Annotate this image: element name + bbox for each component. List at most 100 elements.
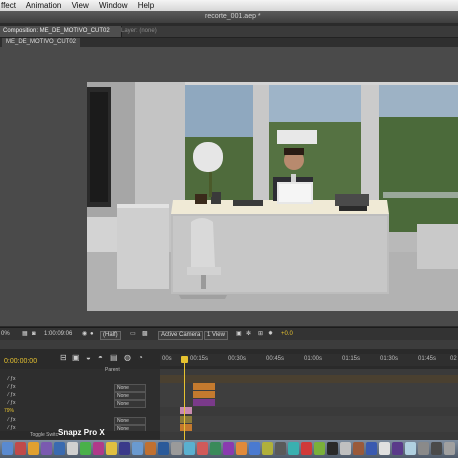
app-icon[interactable] [340, 442, 351, 455]
menu-effect[interactable]: ffect [1, 1, 16, 10]
app-icon[interactable] [28, 442, 39, 455]
document-title: recorte_001.aep * [205, 13, 261, 20]
snapz-watermark: Snapz Pro X [58, 428, 105, 437]
draft-3d-icon[interactable]: ◒ [86, 353, 91, 362]
app-icon[interactable] [210, 442, 221, 455]
layer-row[interactable]: ⁄ ƒx None [0, 416, 160, 425]
ruler-tick: 01:15s [342, 356, 361, 362]
search-icon[interactable]: ⊟ [60, 353, 67, 362]
comp-mini-flowchart-icon[interactable]: ▣ [72, 353, 80, 362]
layer-bar-track[interactable] [160, 391, 458, 399]
app-icon[interactable] [223, 442, 234, 455]
layer-bar-track[interactable] [160, 407, 458, 415]
menu-animation[interactable]: Animation [26, 1, 62, 10]
viewer-toolbar: 0% ▦ ◙ 1:00:09:06 ◉ ● (Half) ▭ ▩ Active … [0, 327, 458, 341]
app-icon[interactable] [366, 442, 377, 455]
layer-switches-icon[interactable]: ⁄ ƒx [8, 384, 16, 390]
ruler-tick: 02 [450, 356, 457, 362]
composition-frame[interactable] [87, 82, 458, 311]
composition-subtab-row: ME_DE_MOTIVO_CUT02 [0, 38, 458, 47]
app-icon[interactable] [262, 442, 273, 455]
app-icon[interactable] [184, 442, 195, 455]
menu-window[interactable]: Window [99, 1, 127, 10]
layer-bar[interactable] [193, 391, 215, 398]
tab-composition[interactable]: Composition: ME_DE_MOTIVO_CUT02 [0, 26, 122, 37]
app-icon[interactable] [249, 442, 260, 455]
ruler-tick: 00:30s [228, 356, 247, 362]
timeline-ruler[interactable]: 00s 00:15s 00:30s 00:45s 01:00s 01:15s 0… [160, 354, 458, 366]
app-icon[interactable] [288, 442, 299, 455]
app-icon[interactable] [327, 442, 338, 455]
tab-layer[interactable]: Layer: (none) [118, 26, 160, 37]
app-icon[interactable] [132, 442, 143, 455]
layer-bar-track[interactable] [160, 399, 458, 407]
app-icon[interactable] [314, 442, 325, 455]
office-scene-image [87, 82, 458, 311]
layer-bar[interactable] [180, 424, 192, 431]
timeline-current-time[interactable]: 0:00:00:00 [4, 358, 37, 365]
frame-blending-icon[interactable]: ▤ [110, 353, 118, 362]
app-icon[interactable] [67, 442, 78, 455]
layer-row[interactable]: ⁄ ƒx None [0, 391, 160, 400]
app-icon[interactable] [197, 442, 208, 455]
trash-icon[interactable] [444, 442, 455, 455]
app-icon[interactable] [431, 442, 442, 455]
percent-label: 79% [4, 408, 15, 414]
shy-icon[interactable]: ◓ [98, 353, 103, 362]
app-icon[interactable] [275, 442, 286, 455]
app-icon[interactable] [392, 442, 403, 455]
app-icon[interactable] [106, 442, 117, 455]
layer-switches-icon[interactable]: ⁄ ƒx [8, 376, 16, 382]
view-layout-select[interactable]: 1 View [204, 331, 228, 340]
layer-bar-track[interactable] [160, 416, 458, 424]
app-icon[interactable] [80, 442, 91, 455]
layer-bar-track[interactable] [160, 424, 458, 432]
app-icon[interactable] [171, 442, 182, 455]
app-icon[interactable] [41, 442, 52, 455]
app-icon[interactable] [301, 442, 312, 455]
layer-switches-icon[interactable]: ⁄ ƒx [8, 417, 16, 423]
graph-editor-icon[interactable]: ◔ [138, 353, 143, 362]
app-icon[interactable] [158, 442, 169, 455]
app-icon[interactable] [353, 442, 364, 455]
layer-row[interactable]: 79% [0, 407, 160, 415]
layer-bar-track[interactable] [160, 383, 458, 391]
app-icon[interactable] [145, 442, 156, 455]
layer-row[interactable]: ⁄ ƒx [0, 375, 160, 383]
menu-help[interactable]: Help [138, 1, 154, 10]
app-icon[interactable] [15, 442, 26, 455]
menu-view[interactable]: View [72, 1, 89, 10]
ruler-tick: 01:00s [304, 356, 323, 362]
layer-row[interactable]: ⁄ ƒx None [0, 383, 160, 392]
app-icon[interactable] [93, 442, 104, 455]
layer-bar-track[interactable] [160, 375, 458, 383]
composition-subtab[interactable]: ME_DE_MOTIVO_CUT02 [2, 38, 81, 47]
app-icon[interactable] [405, 442, 416, 455]
layer-bar[interactable] [193, 383, 215, 390]
ruler-tick: 01:45s [418, 356, 437, 362]
viewer-tab-row: Composition: ME_DE_MOTIVO_CUT02 Layer: (… [0, 26, 458, 38]
menu-bar: ffect Animation View Window Help [0, 0, 458, 11]
dock [0, 440, 458, 458]
camera-select[interactable]: Active Camera [158, 331, 204, 340]
layer-bar[interactable] [180, 407, 192, 414]
app-icon[interactable] [418, 442, 429, 455]
layer-switches-icon[interactable]: ⁄ ƒx [8, 392, 16, 398]
playhead-handle[interactable] [181, 356, 188, 363]
app-icon[interactable] [54, 442, 65, 455]
layer-row[interactable]: ⁄ ƒx None [0, 399, 160, 408]
app-icon[interactable] [119, 442, 130, 455]
app-icon[interactable] [236, 442, 247, 455]
finder-icon[interactable] [2, 442, 13, 455]
ruler-tick: 00s [162, 356, 172, 362]
layer-switches-icon[interactable]: ⁄ ƒx [8, 400, 16, 406]
layer-bar[interactable] [180, 416, 192, 423]
ruler-tick: 00:45s [266, 356, 285, 362]
resolution-select[interactable]: (Half) [100, 331, 121, 340]
layer-bar[interactable] [193, 399, 215, 406]
app-icon[interactable] [379, 442, 390, 455]
ruler-tick: 01:30s [380, 356, 399, 362]
motion-blur-icon[interactable]: ◍ [124, 353, 131, 362]
toggle-switches-label[interactable]: Toggle Switc [30, 432, 58, 438]
current-time-indicator[interactable] [184, 356, 185, 445]
